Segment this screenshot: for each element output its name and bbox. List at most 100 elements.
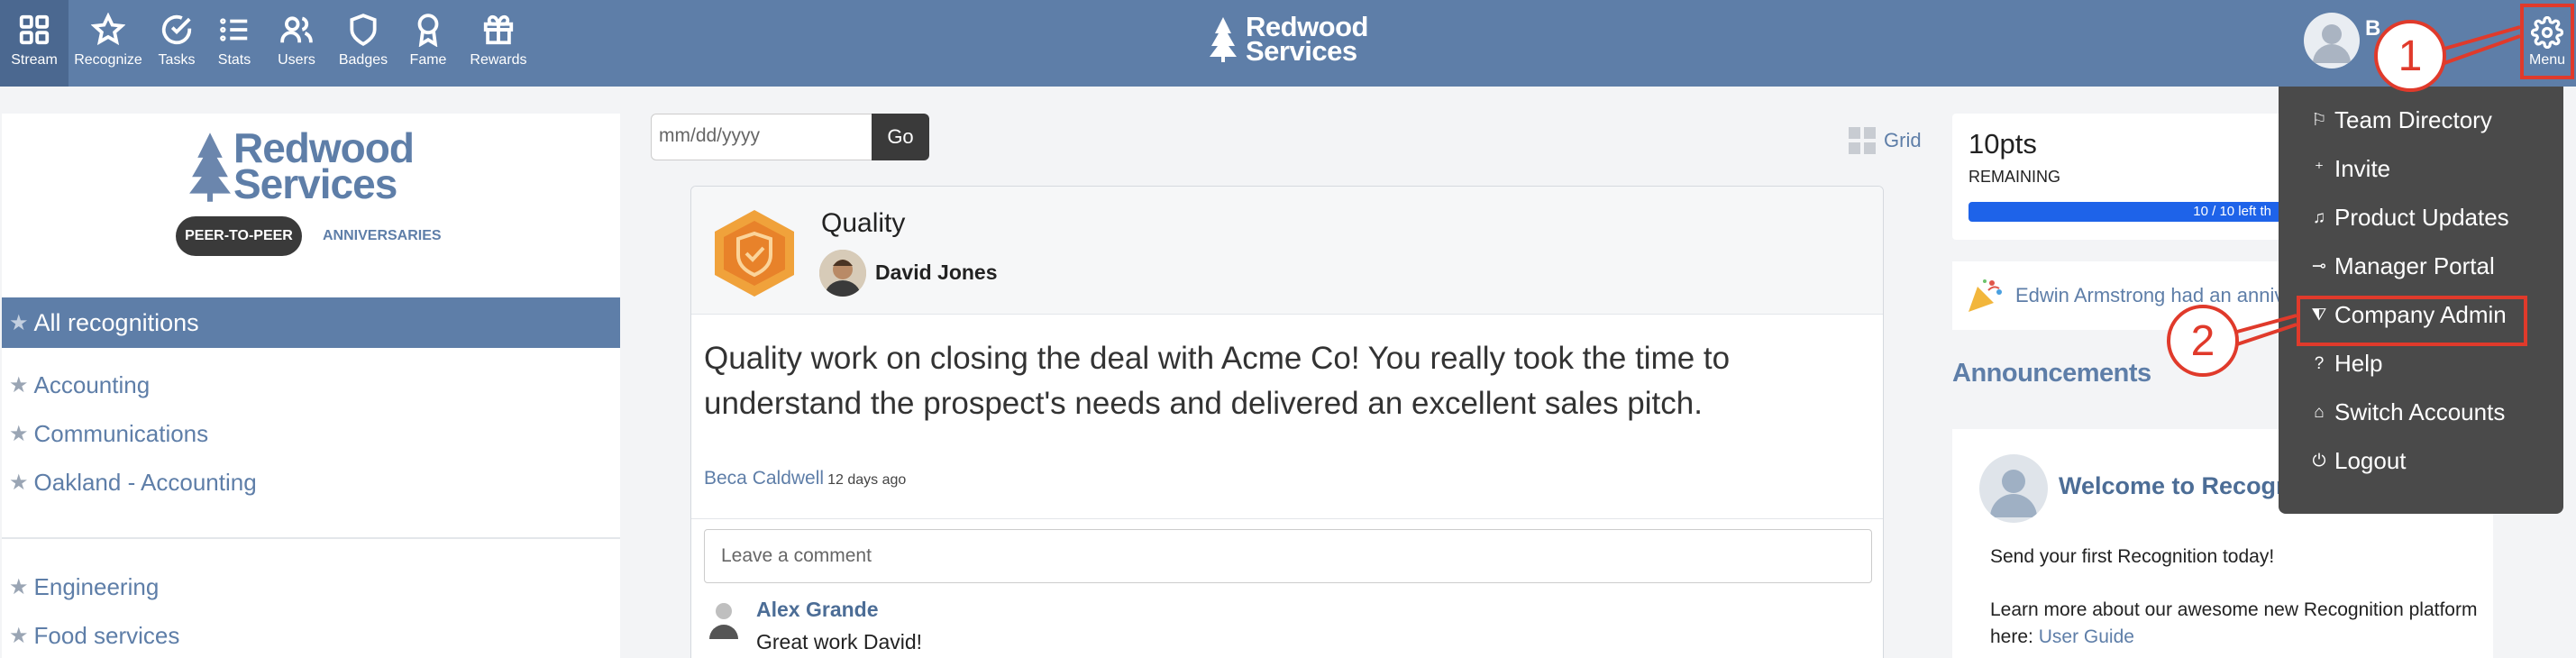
menu-item-label: Product Updates: [2334, 204, 2509, 231]
filter-label: All recognitions: [33, 308, 199, 336]
category-label: Communications: [33, 420, 209, 447]
company-name-line-2: Services: [233, 160, 397, 207]
menu-item-logout[interactable]: ⏻ Logout: [2311, 447, 2407, 475]
menu-button[interactable]: Menu: [2520, 4, 2574, 79]
comment-input[interactable]: Leave a comment: [704, 529, 1872, 583]
points-progress-bar: 10 / 10 left th: [1969, 202, 2311, 222]
go-button[interactable]: Go: [872, 114, 929, 160]
menu-item-switch-accounts[interactable]: ⌂ Switch Accounts: [2311, 398, 2505, 426]
menu-item-invite[interactable]: ⁺ Invite: [2311, 155, 2390, 183]
bell-icon: ♫: [2312, 207, 2326, 227]
date-input[interactable]: mm/dd/yyyy: [651, 114, 872, 160]
menu-item-manager-portal[interactable]: ⊸ Manager Portal: [2311, 252, 2495, 280]
users-icon: [280, 16, 313, 43]
menu-item-label: Help: [2334, 350, 2383, 377]
gear-icon: [2531, 16, 2563, 49]
category-label: Engineering: [33, 573, 160, 600]
power-icon: ⏻: [2312, 451, 2326, 471]
nav-users[interactable]: Users: [263, 0, 330, 87]
recognition-message: Quality work on closing the deal with Ac…: [704, 341, 1731, 421]
party-popper-icon: [1969, 279, 2002, 312]
commenter-avatar[interactable]: [706, 598, 742, 639]
announcement-line-1: Send your first Recognition today!: [1990, 546, 2275, 567]
nav-stream[interactable]: Stream: [0, 0, 69, 87]
time-ago: 12 days ago: [827, 472, 907, 488]
user-avatar-icon: [1990, 470, 2037, 517]
company-name: Redwood Services: [233, 127, 415, 207]
shield-icon: [350, 14, 377, 46]
nav-label: Tasks: [158, 52, 196, 68]
anniversary-banner[interactable]: Edwin Armstrong had an anniv: [1952, 261, 2313, 330]
nav-rewards[interactable]: Rewards: [460, 0, 537, 87]
user-guide-link[interactable]: User Guide: [2039, 626, 2134, 647]
menu-item-label: Logout: [2334, 447, 2407, 474]
recipient-name[interactable]: David Jones: [875, 260, 998, 285]
gift-icon: [483, 14, 514, 45]
tree-icon: [189, 133, 231, 202]
brand-name: Redwood Services: [1246, 13, 1369, 67]
quality-badge-icon: [715, 210, 794, 297]
announcement-line-2: Learn more about our awesome new Recogni…: [1990, 597, 2495, 651]
grid-toggle[interactable]: Grid: [1848, 126, 1922, 155]
flag-icon: ⚐: [2311, 111, 2327, 130]
star-icon: ★: [9, 310, 29, 335]
points-value: 10pts: [1969, 128, 2037, 160]
giver-line: Beca Caldwell 12 days ago: [704, 468, 906, 489]
avatar[interactable]: [2304, 13, 2360, 69]
menu-item-product-updates[interactable]: ♫ Product Updates: [2311, 204, 2509, 232]
menu-item-label: Switch Accounts: [2334, 398, 2506, 425]
award-icon: [417, 14, 439, 47]
badge-title: Quality: [821, 208, 906, 238]
category-label: Oakland - Accounting: [33, 469, 257, 496]
category-engineering[interactable]: ★ Engineering: [9, 573, 159, 601]
commenter-name[interactable]: Alex Grande: [756, 598, 879, 622]
avatar[interactable]: [819, 250, 866, 297]
category-food-services[interactable]: ★ Food services: [9, 622, 179, 650]
grid-label: Grid: [1884, 129, 1922, 151]
divider: [691, 518, 1883, 519]
star-icon: ★: [9, 575, 29, 599]
nav-fame[interactable]: Fame: [397, 0, 460, 87]
nav-badges[interactable]: Badges: [330, 0, 397, 87]
nav-label: Badges: [338, 52, 388, 68]
main-nav: Stream Recognize Tasks Stats Users Badge…: [0, 0, 537, 87]
points-label: REMAINING: [1969, 168, 2061, 186]
card-header: Quality David Jones: [691, 187, 1883, 315]
nav-label: Stats: [217, 52, 251, 68]
user-avatar-icon: [2313, 24, 2351, 63]
category-accounting[interactable]: ★ Accounting: [9, 371, 150, 399]
left-panel: Redwood Services PEER-TO-PEER ANNIVERSAR…: [2, 114, 620, 658]
nav-recognize[interactable]: Recognize: [69, 0, 148, 87]
star-icon: ★: [9, 422, 29, 446]
author-photo: [819, 250, 866, 297]
nav-stats[interactable]: Stats: [206, 0, 263, 87]
menu-item-label: Invite: [2334, 155, 2391, 182]
home-icon: ⌂: [2314, 402, 2325, 422]
nav-tasks[interactable]: Tasks: [148, 0, 206, 87]
check-circle-icon: [161, 14, 192, 45]
user-plus-icon: ⁺: [2314, 160, 2325, 178]
giver-name[interactable]: Beca Caldwell: [704, 468, 824, 489]
points-widget: 10pts REMAINING 10 / 10 left th: [1952, 114, 2313, 240]
announcement-title[interactable]: Welcome to Recogni: [2059, 472, 2297, 500]
menu-item-help[interactable]: ? Help: [2311, 350, 2383, 378]
callout-2: 2: [2167, 305, 2239, 377]
category-label: Food services: [33, 622, 180, 649]
tab-peer-to-peer[interactable]: PEER-TO-PEER: [176, 216, 302, 256]
brand-line-2: Services: [1246, 35, 1357, 67]
menu-item-team-directory[interactable]: ⚐ Team Directory: [2311, 106, 2491, 134]
avatar: [1979, 454, 2048, 523]
commit-icon: ⊸: [2312, 257, 2326, 276]
comment-text: Great work David!: [756, 630, 923, 653]
tree-icon: [1210, 17, 1237, 62]
list-icon: [220, 18, 248, 41]
category-oakland-accounting[interactable]: ★ Oakland - Accounting: [9, 469, 257, 497]
announcements-heading: Announcements: [1952, 359, 2151, 388]
star-icon: ★: [9, 471, 29, 495]
help-icon: ?: [2314, 353, 2325, 373]
brand-logo[interactable]: Redwood Services: [1208, 13, 1369, 67]
filter-all-recognitions[interactable]: ★ All recognitions: [2, 297, 620, 348]
category-communications[interactable]: ★ Communications: [9, 420, 208, 448]
category-label: Accounting: [33, 371, 151, 398]
tab-anniversaries[interactable]: ANNIVERSARIES: [323, 228, 442, 244]
